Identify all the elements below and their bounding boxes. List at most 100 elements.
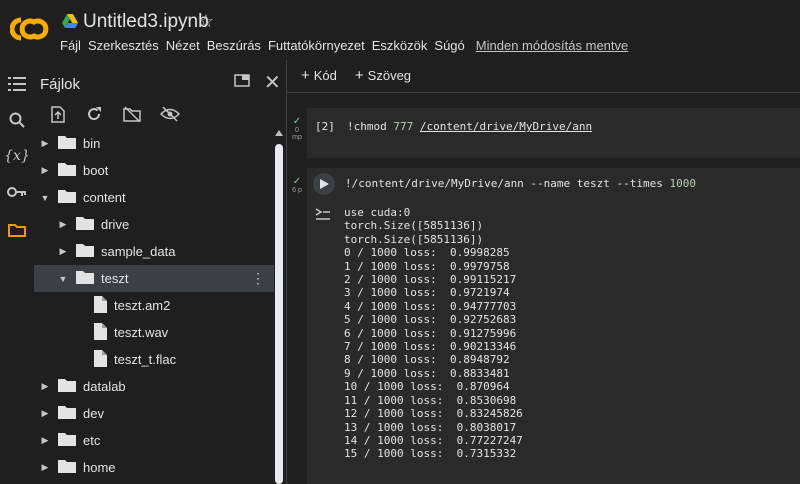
- colab-logo-icon[interactable]: [10, 14, 50, 44]
- cell1-cmd: !chmod: [347, 120, 387, 133]
- tree-folder-sample_data[interactable]: ▶ sample_data: [34, 238, 274, 265]
- caret-right-icon[interactable]: ▶: [58, 246, 68, 257]
- close-icon[interactable]: ✕: [264, 70, 281, 95]
- left-rail: {x}: [0, 60, 34, 484]
- output-lines: use cuda:0 torch.Size([5851136]) torch.Siz…: [344, 206, 523, 461]
- app-header: Untitled3.ipynb ☆ Fájl Szerkesztés Nézet…: [0, 0, 800, 60]
- tree-item-label: teszt_t.flac: [114, 352, 177, 367]
- tree-file-teszt.am2[interactable]: teszt.am2: [34, 292, 274, 319]
- menu-file[interactable]: Fájl: [60, 38, 81, 53]
- upload-icon[interactable]: [48, 104, 68, 124]
- tree-folder-bin[interactable]: ▶ bin: [34, 130, 274, 157]
- cell2-code[interactable]: !/content/drive/MyDrive/ann --name teszt…: [345, 177, 696, 190]
- caret-right-icon[interactable]: ▶: [58, 219, 68, 230]
- code-cell-2[interactable]: !/content/drive/MyDrive/ann --name teszt…: [307, 168, 800, 200]
- output-line: torch.Size([5851136]): [344, 232, 484, 246]
- scroll-up-arrow[interactable]: [275, 130, 283, 136]
- output-line: 12 / 1000 loss: 0.83245826: [344, 407, 523, 421]
- cell2-output: use cuda:0 torch.Size([5851136]) torch.Siz…: [307, 200, 800, 484]
- notebook-title[interactable]: Untitled3.ipynb: [83, 11, 209, 33]
- folder-icon: [58, 378, 76, 395]
- tree-folder-content[interactable]: ▼ content: [34, 184, 274, 211]
- tree-folder-boot[interactable]: ▶ boot: [34, 157, 274, 184]
- tree-item-label: bin: [83, 136, 101, 151]
- folder-icon[interactable]: [5, 218, 29, 242]
- hide-icon[interactable]: [160, 104, 180, 124]
- tree-folder-teszt[interactable]: ▼ teszt ⋮: [34, 265, 274, 292]
- maximize-icon[interactable]: [234, 74, 250, 87]
- output-line: 8 / 1000 loss: 0.8948792: [344, 353, 510, 367]
- variables-icon[interactable]: {x}: [4, 144, 30, 168]
- caret-right-icon[interactable]: ▶: [40, 165, 50, 176]
- output-line: torch.Size([5851136]): [344, 219, 484, 233]
- output-line: 4 / 1000 loss: 0.94777703: [344, 299, 517, 313]
- file-icon: [94, 322, 107, 343]
- scroll-thumb[interactable]: [275, 144, 283, 484]
- refresh-icon[interactable]: [84, 104, 104, 124]
- output-line: 14 / 1000 loss: 0.77227247: [344, 433, 523, 447]
- tree-item-label: teszt.wav: [114, 325, 169, 340]
- output-line: use cuda:0: [344, 206, 411, 219]
- output-line: 13 / 1000 loss: 0.8038017: [344, 420, 517, 434]
- notebook-toolbar: + Kód + Szöveg: [301, 67, 411, 84]
- play-icon[interactable]: [313, 173, 335, 195]
- menu-view[interactable]: Nézet: [166, 38, 200, 53]
- cell1-path-link[interactable]: /content/drive/MyDrive/ann: [420, 120, 592, 133]
- notebook-main: + Kód + Szöveg ✓ 0 mp [2] !chmod 777 /cont…: [286, 60, 800, 484]
- files-scrollbar[interactable]: [274, 130, 284, 484]
- search-icon[interactable]: [5, 108, 29, 132]
- add-text-button[interactable]: + Szöveg: [355, 67, 411, 84]
- output-line: 3 / 1000 loss: 0.9721974: [344, 286, 510, 300]
- tree-file-teszt_t.flac[interactable]: teszt_t.flac: [34, 346, 274, 373]
- output-line: 10 / 1000 loss: 0.870964: [344, 380, 510, 394]
- output-line: 1 / 1000 loss: 0.9979758: [344, 259, 510, 273]
- star-icon[interactable]: ☆: [198, 11, 214, 32]
- folder-icon: [58, 189, 76, 206]
- key-icon[interactable]: [5, 180, 29, 204]
- tree-folder-home[interactable]: ▶ home: [34, 454, 274, 481]
- cell1-code[interactable]: !chmod 777 /content/drive/MyDrive/ann: [347, 120, 592, 133]
- toc-icon[interactable]: [5, 72, 29, 96]
- add-text-label: Szöveg: [367, 68, 412, 83]
- output-line: 0 / 1000 loss: 0.9998285: [344, 246, 510, 260]
- tree-item-label: datalab: [83, 379, 126, 394]
- tree-folder-datalab[interactable]: ▶ datalab: [34, 373, 274, 400]
- tree-item-label: etc: [83, 433, 101, 448]
- output-line: 6 / 1000 loss: 0.91275996: [344, 326, 517, 340]
- caret-right-icon[interactable]: ▶: [40, 408, 50, 419]
- add-code-button[interactable]: + Kód: [301, 67, 337, 84]
- caret-down-icon[interactable]: ▼: [40, 193, 50, 203]
- cell2-time: 6 p: [292, 187, 302, 194]
- caret-down-icon[interactable]: ▼: [58, 274, 68, 284]
- tree-item-label: dev: [83, 406, 104, 421]
- menu-insert[interactable]: Beszúrás: [207, 38, 261, 53]
- cell1-time: 0: [295, 127, 299, 134]
- saved-status-link[interactable]: Minden módosítás mentve: [476, 38, 628, 53]
- tree-folder-etc[interactable]: ▶ etc: [34, 427, 274, 454]
- tree-folder-drive[interactable]: ▶ drive: [34, 211, 274, 238]
- tree-item-label: drive: [101, 217, 130, 232]
- caret-right-icon[interactable]: ▶: [40, 435, 50, 446]
- tree-item-label: content: [83, 190, 126, 205]
- drive-off-icon[interactable]: [122, 104, 142, 124]
- menu-tools[interactable]: Eszközök: [372, 38, 428, 53]
- tree-folder-dev[interactable]: ▶ dev: [34, 400, 274, 427]
- caret-right-icon[interactable]: ▶: [40, 381, 50, 392]
- more-vert-icon[interactable]: ⋮: [251, 270, 265, 286]
- code-cell-1[interactable]: [2] !chmod 777 /content/drive/MyDrive/an…: [307, 108, 800, 158]
- menu-edit[interactable]: Szerkesztés: [88, 38, 159, 53]
- cell1-unit: mp: [292, 134, 302, 141]
- output-line: 2 / 1000 loss: 0.99115217: [344, 273, 517, 287]
- output-icon[interactable]: [315, 208, 331, 220]
- files-panel-title: Fájlok: [40, 76, 81, 93]
- folder-icon: [58, 162, 76, 179]
- drive-icon[interactable]: [62, 14, 78, 28]
- folder-icon: [76, 216, 94, 233]
- menu-help[interactable]: Súgó: [434, 38, 464, 53]
- output-line: 15 / 1000 loss: 0.7315332: [344, 447, 517, 461]
- tree-file-teszt.wav[interactable]: teszt.wav: [34, 319, 274, 346]
- cell1-exec-count: [2]: [315, 120, 335, 133]
- menu-runtime[interactable]: Futtatókörnyezet: [268, 38, 365, 53]
- caret-right-icon[interactable]: ▶: [40, 462, 50, 473]
- caret-right-icon[interactable]: ▶: [40, 138, 50, 149]
